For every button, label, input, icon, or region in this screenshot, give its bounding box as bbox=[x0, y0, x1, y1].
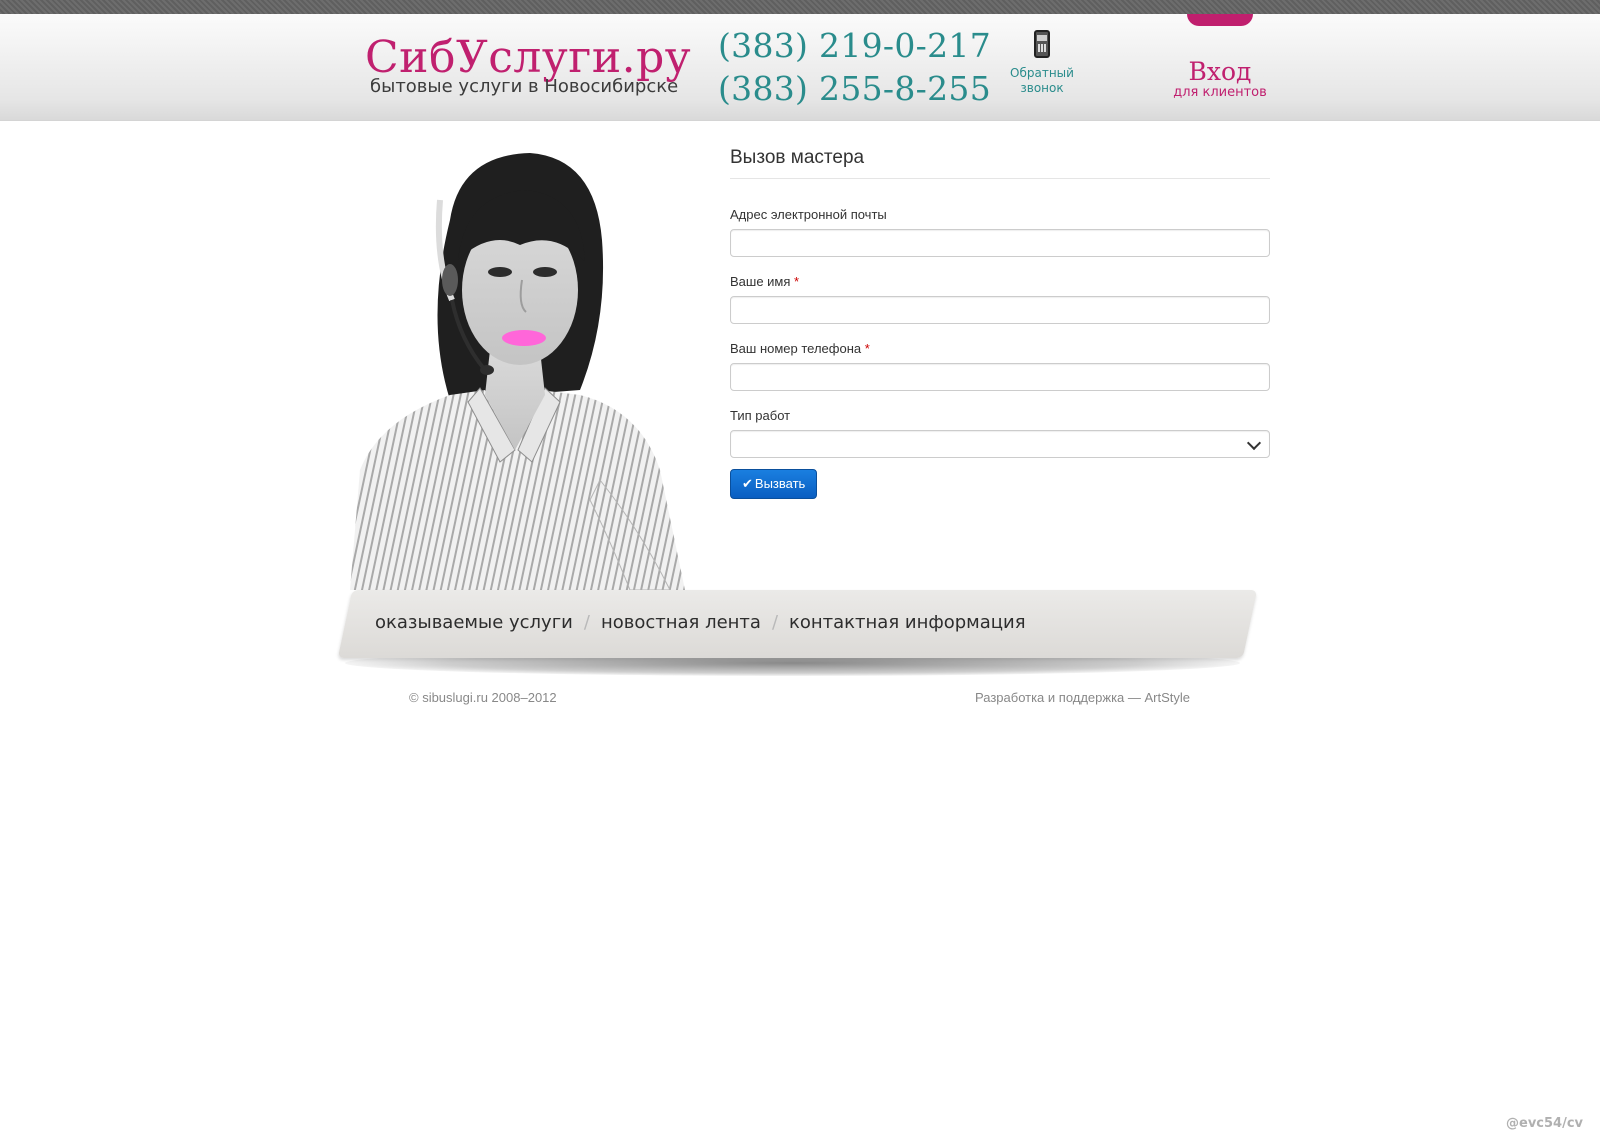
operator-photo bbox=[350, 153, 685, 590]
callback-label: Обратный звонок bbox=[1010, 66, 1074, 95]
nav-item-contacts[interactable]: контактная информация bbox=[789, 612, 1026, 633]
client-login-button[interactable]: Вход для клиентов bbox=[1170, 58, 1270, 100]
nav-separator: / bbox=[583, 612, 590, 633]
phone-field[interactable] bbox=[730, 363, 1270, 391]
phone-label: Ваш номер телефона * bbox=[730, 341, 870, 356]
footer-credits: Разработка и поддержка — ArtStyle bbox=[975, 690, 1190, 705]
required-mark: * bbox=[794, 274, 800, 289]
mobile-phone-icon bbox=[1034, 30, 1050, 58]
name-label: Ваше имя * bbox=[730, 274, 800, 289]
footer-copyright: © sibuslugi.ru 2008–2012 bbox=[409, 690, 557, 705]
login-title: Вход bbox=[1188, 57, 1252, 86]
login-subtitle: для клиентов bbox=[1173, 85, 1267, 100]
chevron-down-icon bbox=[1246, 435, 1262, 451]
site-logo-subtitle: бытовые услуги в Новосибирске bbox=[370, 76, 679, 97]
call-master-form: Вызов мастера Адрес электронной почты Ва… bbox=[730, 142, 1270, 499]
watermark: @evc54/cv bbox=[1506, 1116, 1584, 1131]
name-field[interactable] bbox=[730, 296, 1270, 324]
main-nav: оказываемые услуги / новостная лента / конта… bbox=[375, 612, 1026, 640]
phone-number-1: (383) 219-0-217 bbox=[718, 26, 991, 65]
email-field[interactable] bbox=[730, 229, 1270, 257]
work-type-select[interactable] bbox=[730, 430, 1270, 458]
email-label: Адрес электронной почты bbox=[730, 207, 887, 222]
nav-separator: / bbox=[771, 612, 779, 633]
form-title: Вызов мастера bbox=[730, 147, 1270, 179]
callback-button[interactable]: Обратный звонок bbox=[1000, 30, 1084, 96]
nav-item-services[interactable]: оказываемые услуги bbox=[375, 612, 573, 633]
site-header: СибУслуги.ру бытовые услуги в Новосибирс… bbox=[0, 14, 1600, 121]
check-icon: ✔ bbox=[742, 477, 753, 492]
required-mark: * bbox=[864, 341, 870, 356]
phone-number-2: (383) 255-8-255 bbox=[718, 69, 991, 108]
footer-dev-prefix: Разработка и поддержка — bbox=[975, 690, 1145, 705]
footer-dev-link[interactable]: ArtStyle bbox=[1145, 690, 1191, 705]
login-tab-decoration bbox=[1187, 14, 1253, 26]
work-type-label: Тип работ bbox=[730, 408, 791, 423]
nav-item-news[interactable]: новостная лента bbox=[601, 612, 761, 633]
top-texture-strip bbox=[0, 0, 1600, 14]
submit-call-button[interactable]: ✔ Вызвать bbox=[730, 469, 818, 499]
